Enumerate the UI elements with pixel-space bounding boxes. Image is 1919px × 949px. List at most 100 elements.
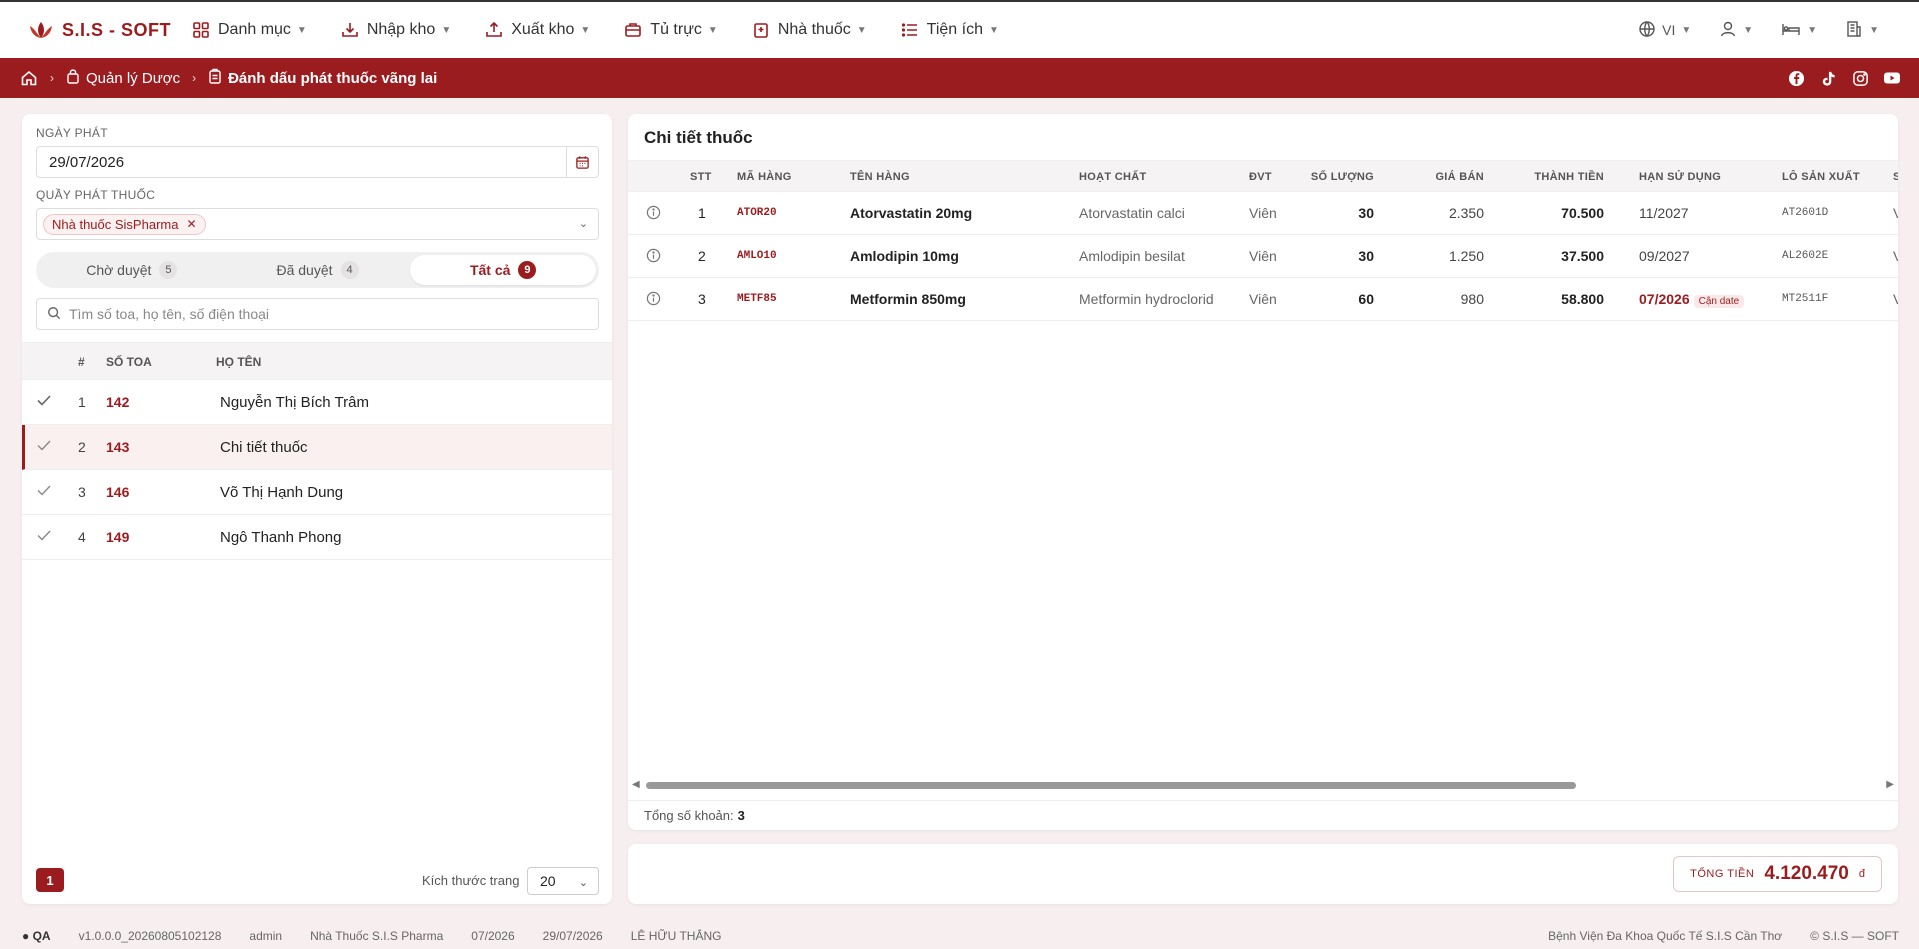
page-size-select[interactable]: 20 ⌄ <box>527 867 599 895</box>
tab-tat-ca[interactable]: Tất cả 9 <box>410 255 597 285</box>
counter-select[interactable]: Nhà thuốc SisPharma ✕ ⌄ <box>36 208 599 240</box>
cell-amount: 58.800 <box>1561 291 1604 307</box>
col-expiry[interactable]: HẠN SỬ DỤNG <box>1639 171 1721 183</box>
col-ingredient[interactable]: HOẠT CHẤT <box>1079 171 1146 183</box>
count-badge: 4 <box>340 261 359 279</box>
table-summary: Tổng số khoản: 3 <box>628 800 1898 830</box>
col-num: # <box>78 355 85 369</box>
nav-nhap-kho[interactable]: Nhập kho ▼ <box>341 21 451 39</box>
facebook-icon[interactable] <box>1787 69 1805 87</box>
prescription-table-header: # SỐ TOA HỌ TÊN <box>22 342 612 380</box>
user-menu[interactable]: ▼ <box>1719 20 1753 41</box>
cell-extra: V <box>1893 291 1898 307</box>
logo-text: S.I.S - SOFT <box>62 19 172 40</box>
nav-label: Tiện ích <box>926 21 983 38</box>
info-icon[interactable] <box>646 205 661 223</box>
col-qty[interactable]: SỐ LƯỢNG <box>1311 171 1374 183</box>
search-icon <box>47 306 61 323</box>
chevron-down-icon: ▼ <box>1681 24 1692 36</box>
building-menu[interactable]: ▼ <box>1845 20 1879 41</box>
chevron-down-icon: ▼ <box>856 24 867 36</box>
cell-stt: 3 <box>698 291 706 307</box>
col-price[interactable]: GIÁ BÁN <box>1435 171 1484 183</box>
prescription-code: 142 <box>106 394 130 410</box>
nav-label: Nhập kho <box>366 21 436 38</box>
nav-label: Nhà thuốc <box>777 21 851 38</box>
col-amount[interactable]: THÀNH TIỀN <box>1534 171 1604 183</box>
status-bar: ● QA v1.0.0.0_20260805102128 admin Nhà T… <box>0 922 1919 949</box>
tab-cho-duyet[interactable]: Chờ duyệt 5 <box>39 255 225 285</box>
table-row[interactable]: 2 143 Chi tiết thuốc <box>22 425 612 470</box>
col-name[interactable]: TÊN HÀNG <box>850 171 910 183</box>
tab-label: Đã duyệt <box>276 262 333 278</box>
nav-tu-truc[interactable]: Tủ trực ▼ <box>624 21 718 39</box>
date-label: 29/07/2026 <box>542 928 603 943</box>
summary-count: 3 <box>737 808 745 823</box>
app-logo[interactable]: S.I.S - SOFT <box>26 18 176 42</box>
scroll-left-icon[interactable]: ◀ <box>632 779 640 790</box>
chevron-right-icon: › <box>50 71 54 85</box>
language-label: VI <box>1662 22 1676 38</box>
counter-label: QUẦY PHÁT THUỐC <box>36 188 156 202</box>
cell-price: 2.350 <box>1448 205 1484 221</box>
table-row[interactable]: 2 AMLO10 Amlodipin 10mg Amlodipin besila… <box>628 235 1898 278</box>
nav-tien-ich[interactable]: Tiện ích ▼ <box>901 21 999 39</box>
language-selector[interactable]: VI ▼ <box>1638 20 1691 41</box>
date-field[interactable]: 29/07/2026 <box>36 146 599 178</box>
table-row[interactable]: 1 142 Nguyễn Thị Bích Trâm <box>22 380 612 425</box>
status-right: Bệnh Viện Đa Khoa Quốc Tế S.I.S Cần Thơ … <box>1548 929 1899 943</box>
prescription-code: 143 <box>106 439 130 455</box>
col-code[interactable]: MÃ HÀNG <box>737 171 792 183</box>
cell-extra: V <box>1893 248 1898 264</box>
nav-label: Danh mục <box>218 21 291 38</box>
total-currency: đ <box>1858 868 1865 880</box>
home-icon[interactable] <box>20 69 38 87</box>
prescription-list-panel: NGÀY PHÁT 29/07/2026 QUẦY PHÁT THUỐC Nhà… <box>22 114 612 904</box>
nav-nha-thuoc[interactable]: Nhà thuốc ▼ <box>752 21 867 39</box>
social-links <box>1787 58 1901 98</box>
table-row[interactable]: 4 149 Ngô Thanh Phong <box>22 515 612 560</box>
summary-label: Tổng số khoản: <box>644 808 734 823</box>
chevron-down-icon: ⌄ <box>578 218 588 230</box>
scrollbar-thumb[interactable] <box>646 782 1576 789</box>
close-icon[interactable]: ✕ <box>186 217 196 231</box>
page-button-current[interactable]: 1 <box>36 868 64 892</box>
instagram-icon[interactable] <box>1851 69 1869 87</box>
row-number: 2 <box>78 439 86 455</box>
chevron-down-icon: ▼ <box>1869 24 1879 36</box>
tab-da-duyet[interactable]: Đã duyệt 4 <box>225 255 411 285</box>
top-navbar: S.I.S - SOFT Danh mục ▼ Nhập kho ▼ Xuất … <box>0 0 1919 58</box>
info-icon[interactable] <box>646 248 661 266</box>
col-name[interactable]: HỌ TÊN <box>216 355 261 369</box>
nav-xuat-kho[interactable]: Xuất kho ▼ <box>485 21 590 39</box>
info-icon[interactable] <box>646 291 661 309</box>
tiktok-icon[interactable] <box>1819 69 1837 87</box>
cell-expiry: 07/2026 <box>1639 291 1690 307</box>
cell-lot: MT2511F <box>1782 293 1829 305</box>
top-right-tools: VI ▼ ▼ ▼ ▼ <box>1638 2 1879 58</box>
horizontal-scrollbar[interactable]: ◀ ▶ <box>628 778 1898 792</box>
chevron-down-icon: ▼ <box>707 24 718 36</box>
cell-expiry: 09/2027 <box>1639 248 1690 264</box>
search-input[interactable] <box>69 306 598 322</box>
bed-icon <box>1781 20 1801 41</box>
cell-stt: 1 <box>698 205 706 221</box>
grid-icon <box>192 21 210 39</box>
col-lot[interactable]: LÔ SẢN XUẤT <box>1782 171 1860 183</box>
breadcrumb: › Quản lý Dược › Đánh dấu phát thuốc vãn… <box>0 58 1919 98</box>
cell-qty: 30 <box>1358 205 1374 221</box>
table-row[interactable]: 1 ATOR20 Atorvastatin 20mg Atorvastatin … <box>628 192 1898 235</box>
inbox-download-icon <box>341 21 359 39</box>
table-row[interactable]: 3 146 Võ Thị Hạnh Dung <box>22 470 612 515</box>
breadcrumb-item-quan-ly-duoc[interactable]: Quản lý Dược <box>66 68 180 88</box>
calendar-icon[interactable] <box>566 147 598 177</box>
cell-code: AMLO10 <box>737 250 777 262</box>
nav-danh-muc[interactable]: Danh mục ▼ <box>192 21 307 39</box>
cell-ingredient: Atorvastatin calci <box>1079 205 1185 221</box>
cell-name: Atorvastatin 20mg <box>850 205 973 221</box>
scroll-right-icon[interactable]: ▶ <box>1886 779 1894 790</box>
youtube-icon[interactable] <box>1883 69 1901 87</box>
col-code[interactable]: SỐ TOA <box>106 355 152 369</box>
table-row[interactable]: 3 METF85 Metformin 850mg Metformin hydro… <box>628 278 1898 321</box>
bed-menu[interactable]: ▼ <box>1781 20 1817 41</box>
